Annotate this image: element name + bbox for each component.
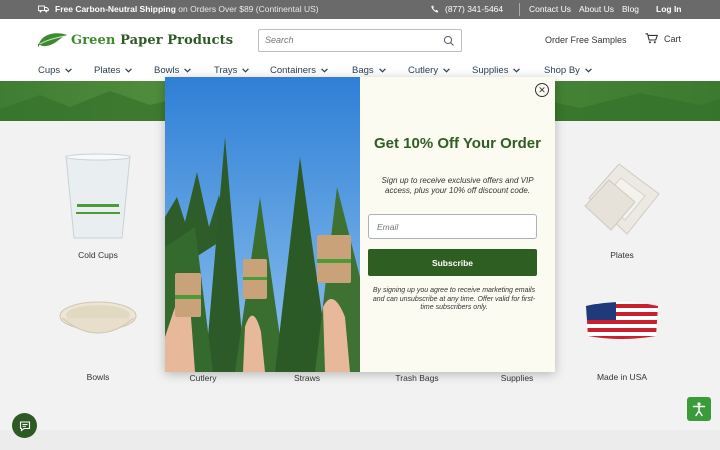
nav-bags-label: Bags <box>352 65 374 76</box>
email-field-wrapper[interactable] <box>368 214 537 239</box>
nav-cutlery-label: Cutlery <box>408 65 439 76</box>
logo-prefix: Green <box>71 32 116 48</box>
modal-title: Get 10% Off Your Order <box>374 135 541 152</box>
category-bowls[interactable]: Bowls <box>56 296 140 382</box>
email-field[interactable] <box>377 222 527 232</box>
nav-containers-label: Containers <box>270 65 316 76</box>
modal-photo <box>165 77 360 372</box>
order-samples-link[interactable]: Order Free Samples <box>545 35 627 45</box>
chevron-down-icon <box>585 68 592 73</box>
category-label: Made in USA <box>596 372 648 382</box>
category-label: Cold Cups <box>78 250 118 260</box>
nav-containers[interactable]: Containers <box>270 65 352 76</box>
bowl-image <box>59 301 137 334</box>
nav-cutlery[interactable]: Cutlery <box>408 65 472 76</box>
category-label: Straws <box>294 373 320 383</box>
category-trash-bags[interactable]: Trash Bags <box>382 373 452 383</box>
nav-plates-label: Plates <box>94 65 121 76</box>
shipping-notice: Free Carbon-Neutral Shipping on Orders O… <box>38 4 319 14</box>
cold-cup-image <box>65 153 131 239</box>
category-label: Bowls <box>86 372 110 382</box>
modal-content: ✕ Get 10% Off Your Order Sign up to rece… <box>360 77 555 372</box>
nav-supplies-label: Supplies <box>472 65 509 76</box>
login-link[interactable]: Log In <box>656 4 682 14</box>
chat-button[interactable] <box>12 413 37 438</box>
chevron-down-icon <box>65 68 73 73</box>
plates-image <box>584 163 660 235</box>
phone-icon <box>431 5 439 13</box>
nav-shop-by[interactable]: Shop By <box>544 65 604 76</box>
top-bar: Free Carbon-Neutral Shipping on Orders O… <box>0 0 720 19</box>
american-flag-image <box>586 302 658 339</box>
cart-icon <box>645 33 658 44</box>
phone-link[interactable]: (877) 341-5464 <box>431 4 503 14</box>
cups-in-forest-photo <box>165 77 360 372</box>
modal-fine-print: By signing up you agree to receive marke… <box>372 287 536 311</box>
category-cutlery[interactable]: Cutlery <box>168 373 238 383</box>
chat-icon <box>19 420 30 432</box>
search-box[interactable] <box>258 29 462 52</box>
contact-us-link[interactable]: Contact Us <box>529 4 571 14</box>
blog-link[interactable]: Blog <box>622 4 639 14</box>
about-us-link[interactable]: About Us <box>579 4 614 14</box>
nav-bags[interactable]: Bags <box>352 65 408 76</box>
leaf-logo-icon <box>38 33 67 48</box>
accessibility-icon <box>692 402 706 417</box>
modal-description: Sign up to receive exclusive offers and … <box>381 176 534 195</box>
category-supplies[interactable]: Supplies <box>482 373 552 383</box>
nav-supplies[interactable]: Supplies <box>472 65 544 76</box>
nav-trays-label: Trays <box>214 65 238 76</box>
chevron-down-icon <box>125 68 133 73</box>
subscribe-button[interactable]: Subscribe <box>368 249 537 276</box>
utility-links: Contact Us About Us Blog <box>529 4 639 14</box>
nav-shop-by-label: Shop By <box>544 65 580 76</box>
category-straws[interactable]: Straws <box>272 373 342 383</box>
chevron-down-icon <box>513 68 521 73</box>
shipping-rest: on Orders Over $89 (Continental US) <box>178 4 319 14</box>
accessibility-button[interactable] <box>687 397 711 421</box>
search-input[interactable] <box>265 35 435 45</box>
chevron-down-icon <box>242 68 250 73</box>
close-icon[interactable]: ✕ <box>535 83 549 97</box>
category-label: Supplies <box>500 373 534 383</box>
truck-icon <box>38 5 49 13</box>
category-label: Plates <box>610 250 634 260</box>
footer-strip <box>0 430 720 450</box>
logo-text: Green Paper Products <box>71 33 233 48</box>
nav-bowls-label: Bowls <box>154 65 180 76</box>
nav-trays[interactable]: Trays <box>214 65 270 76</box>
category-made-in-usa[interactable]: Made in USA <box>580 296 664 382</box>
chevron-down-icon <box>321 68 328 73</box>
discount-modal: ✕ Get 10% Off Your Order Sign up to rece… <box>165 77 555 372</box>
category-label: Cutlery <box>189 373 217 383</box>
site-logo[interactable]: Green Paper Products <box>38 31 233 49</box>
cart-button[interactable]: Cart <box>645 33 681 44</box>
phone-number: (877) 341-5464 <box>445 4 504 14</box>
category-label: Trash Bags <box>395 373 439 383</box>
search-icon[interactable] <box>443 35 455 47</box>
nav-cups[interactable]: Cups <box>38 65 94 76</box>
logo-rest: Paper Products <box>115 32 234 48</box>
main-nav: Cups Plates Bowls Trays Containers Bags … <box>38 65 604 76</box>
nav-plates[interactable]: Plates <box>94 65 154 76</box>
divider <box>519 3 520 16</box>
category-plates[interactable]: Plates <box>578 158 666 260</box>
chevron-down-icon <box>443 68 450 73</box>
category-cold-cups[interactable]: Cold Cups <box>58 152 138 260</box>
nav-cups-label: Cups <box>38 65 61 76</box>
chevron-down-icon <box>184 68 192 73</box>
chevron-down-icon <box>378 68 386 73</box>
nav-bowls[interactable]: Bowls <box>154 65 214 76</box>
shipping-bold: Free Carbon-Neutral Shipping <box>55 4 176 14</box>
cart-label: Cart <box>664 33 682 44</box>
